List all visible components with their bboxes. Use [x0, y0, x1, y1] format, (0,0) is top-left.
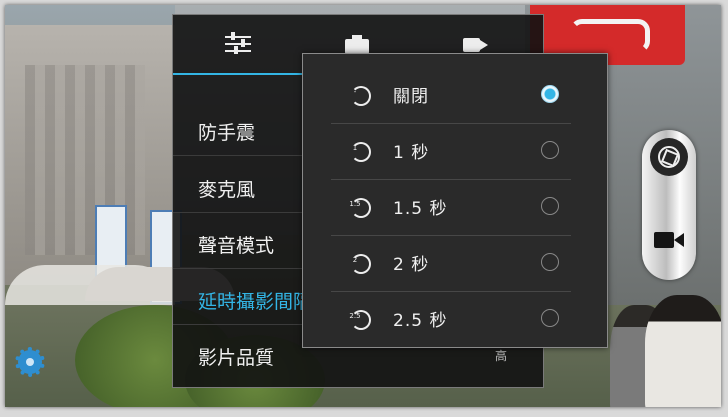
- option-2-5s[interactable]: 2.5 2.5 秒: [303, 292, 607, 347]
- option-label: 2 秒: [393, 255, 430, 275]
- shutter-icon[interactable]: [650, 138, 688, 176]
- camera-icon[interactable]: [345, 33, 371, 55]
- option-2s[interactable]: 2 2 秒: [303, 236, 607, 292]
- menu-item-video-quality[interactable]: 影片品質: [198, 343, 274, 370]
- radio-unselected[interactable]: [541, 253, 559, 271]
- radio-selected[interactable]: [541, 85, 559, 103]
- timer-2s-icon: 2: [351, 254, 371, 274]
- radio-unselected[interactable]: [541, 141, 559, 159]
- time-lapse-interval-popup: - 關閉 1 1 秒 1.5 1.5 秒 2 2 秒 2.5 2.5 秒: [302, 53, 608, 348]
- option-label: 1.5 秒: [393, 199, 448, 219]
- menu-item-audio-mode[interactable]: 聲音模式: [198, 231, 274, 258]
- menu-item-stabilization[interactable]: 防手震: [198, 118, 255, 145]
- option-off[interactable]: - 關閉: [303, 68, 607, 124]
- menu-divider: [173, 324, 303, 325]
- timer-2-5s-icon: 2.5: [349, 310, 371, 330]
- background-person: [645, 295, 721, 407]
- timer-1s-icon: 1: [351, 142, 371, 162]
- option-label: 1 秒: [393, 143, 430, 163]
- radio-unselected[interactable]: [541, 197, 559, 215]
- gear-icon[interactable]: [15, 347, 45, 377]
- video-quality-value: 高: [495, 349, 508, 363]
- video-icon[interactable]: [463, 33, 489, 55]
- option-1-5s[interactable]: 1.5 1.5 秒: [303, 180, 607, 236]
- option-label: 2.5 秒: [393, 311, 448, 331]
- menu-divider: [173, 155, 303, 156]
- menu-item-time-lapse-interval[interactable]: 延時攝影間隔: [198, 287, 312, 314]
- capture-mode-switch[interactable]: [642, 130, 696, 280]
- option-label: 關閉: [393, 87, 429, 107]
- video-camera-icon[interactable]: [654, 230, 684, 250]
- sliders-icon[interactable]: [225, 32, 251, 55]
- radio-unselected[interactable]: [541, 309, 559, 327]
- menu-divider: [173, 212, 303, 213]
- option-1s[interactable]: 1 1 秒: [303, 124, 607, 180]
- menu-item-microphone[interactable]: 麥克風: [198, 175, 255, 202]
- timer-1-5s-icon: 1.5: [349, 198, 371, 218]
- timer-off-icon: -: [351, 86, 371, 106]
- menu-divider: [173, 268, 303, 269]
